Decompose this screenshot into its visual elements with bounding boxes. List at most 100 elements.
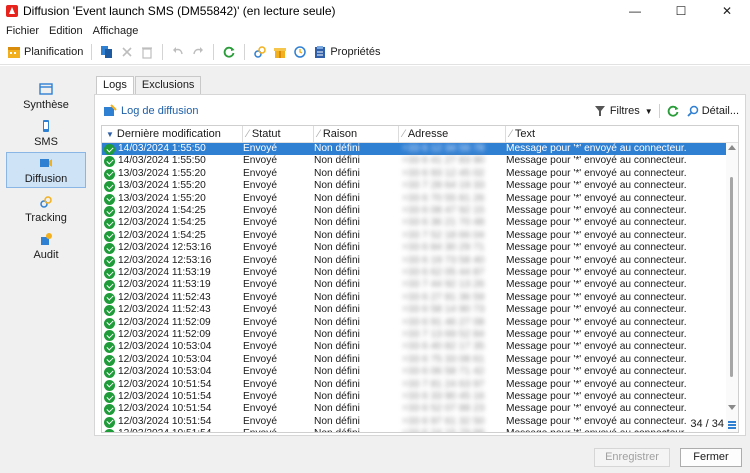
table-row[interactable]: 14/03/2024 1:55:50 Envoyé Non défini +33 6 …: [102, 143, 726, 156]
scroll-up-icon[interactable]: [728, 145, 736, 150]
table-row[interactable]: 12/03/2024 12:53:16 Envoyé Non défini +33 6…: [102, 242, 726, 255]
cell-raison: Non défini: [314, 229, 360, 241]
table-row[interactable]: 12/03/2024 11:52:09 Envoyé Non défini +33 6…: [102, 317, 726, 329]
close-window-button[interactable]: ✕: [704, 0, 750, 22]
sidebar-item-label: Synthèse: [23, 98, 69, 111]
refresh-button[interactable]: [219, 42, 239, 62]
column-text[interactable]: ⁄ Text: [505, 126, 738, 143]
status-ok-icon: [104, 317, 115, 329]
cell-raison: Non défini: [314, 378, 360, 390]
tab-exclusions[interactable]: Exclusions: [134, 76, 202, 94]
cell-statut: Envoyé: [243, 403, 277, 415]
table-row[interactable]: 12/03/2024 1:54:25 Envoyé Non défini +33 6 …: [102, 217, 726, 230]
table-row[interactable]: 12/03/2024 10:51:54EnvoyéNon défini+33 6…: [102, 416, 726, 428]
filtres-dropdown-icon[interactable]: ▼: [645, 107, 653, 116]
table-row[interactable]: 12/03/2024 10:51:54 Envoyé Non défini +33 7…: [102, 379, 726, 391]
cell-text: Message pour '*' envoyé au connecteur.: [506, 316, 687, 328]
proprietes-button[interactable]: Propriétés: [310, 42, 383, 62]
cell-statut: Envoyé: [243, 291, 277, 303]
table-row[interactable]: 12/03/2024 11:52:43 Envoyé Non défini +33 6…: [102, 304, 726, 317]
history-button[interactable]: [290, 42, 310, 62]
table-row[interactable]: 12/03/2024 10:51:54EnvoyéNon défini+33 6…: [102, 391, 726, 403]
status-ok-icon: [104, 292, 115, 304]
undo-icon: [173, 47, 184, 55]
trash-button[interactable]: [137, 42, 157, 62]
table-row[interactable]: 12/03/2024 11:52:43 Envoyé Non défini +33 6…: [102, 292, 726, 304]
table-row[interactable]: 13/03/2024 1:55:20 Envoyé Non défini +33 6 …: [102, 168, 726, 180]
column-statut[interactable]: ⁄ Statut: [242, 126, 313, 143]
cell-adresse: +33 7 81 24 63 97: [402, 378, 485, 390]
status-ok-icon: [104, 280, 115, 292]
cell-statut: Envoyé: [243, 254, 277, 266]
column-label: Dernière modification: [116, 128, 221, 140]
table-row[interactable]: 12/03/2024 10:53:04 Envoyé Non défini +33 6…: [102, 354, 726, 366]
column-raison[interactable]: ⁄ Raison: [313, 126, 398, 143]
table-row[interactable]: 12/03/2024 1:54:25 Envoyé Non défini +33 6 …: [102, 205, 726, 217]
column-adresse[interactable]: ⁄ Adresse: [398, 126, 505, 143]
cell-date: 12/03/2024 10:51:54: [118, 378, 212, 390]
enregistrer-button[interactable]: Enregistrer: [594, 448, 670, 467]
table-row[interactable]: 12/03/2024 11:53:19 Envoyé Non défini +33 7…: [102, 279, 726, 292]
table-row[interactable]: 13/03/2024 1:55:20 Envoyé Non défini +33 6 …: [102, 193, 726, 205]
sort-handle-icon: ⁄: [510, 128, 512, 140]
menu-fichier[interactable]: Fichier: [6, 25, 39, 37]
cell-raison: Non défini: [314, 403, 360, 415]
window-controls: — ☐ ✕: [612, 0, 750, 22]
filter-icon[interactable]: [593, 104, 607, 118]
sort-desc-icon: ▼: [106, 130, 114, 139]
minimize-button[interactable]: —: [612, 0, 658, 22]
redo-button[interactable]: [188, 42, 208, 62]
table-row[interactable]: 12/03/2024 1:54:25 Envoyé Non défini +33 7 …: [102, 230, 726, 242]
filtres-button[interactable]: Filtres: [610, 105, 640, 117]
fermer-button[interactable]: Fermer: [680, 448, 742, 467]
menu-affichage[interactable]: Affichage: [93, 25, 139, 37]
status-ok-icon: [104, 354, 115, 366]
cell-date: 13/03/2024 1:55:20: [118, 180, 206, 192]
table-row[interactable]: 12/03/2024 11:52:09 Envoyé Non défini +33 7…: [102, 329, 726, 341]
table-row[interactable]: 12/03/2024 10:53:04 Envoyé Non défini +33 6…: [102, 366, 726, 379]
cell-adresse: +33 6 93 12 45 02: [402, 167, 485, 179]
cell-date: 12/03/2024 11:52:09: [118, 316, 211, 328]
planification-button[interactable]: Planification: [4, 42, 86, 62]
table-row[interactable]: 12/03/2024 10:51:54EnvoyéNon défini+33 6…: [102, 403, 726, 416]
column-derniere-modification[interactable]: ▼ Dernière modification: [102, 126, 242, 143]
list-icon[interactable]: [728, 421, 736, 429]
sidebar-item-synthese[interactable]: Synthèse: [6, 78, 86, 114]
sidebar-item-audit[interactable]: Audit: [6, 228, 86, 264]
phone-icon: [43, 119, 49, 132]
sidebar-item-tracking[interactable]: Tracking: [6, 191, 86, 227]
cell-statut: Envoyé: [243, 229, 277, 241]
detail-button[interactable]: Détail...: [702, 105, 739, 117]
table-row[interactable]: 12/03/2024 10:51:54EnvoyéNon défini+33 6…: [102, 428, 726, 432]
table-row[interactable]: 13/03/2024 1:55:20 Envoyé Non défini +33 7 …: [102, 180, 726, 193]
properties-icon: [315, 46, 326, 58]
delete-button[interactable]: [117, 42, 137, 62]
cell-text: Message pour '*' envoyé au connecteur.: [506, 329, 687, 340]
cell-statut: Envoyé: [243, 167, 277, 179]
column-label: Raison: [322, 128, 358, 140]
scroll-down-icon[interactable]: [728, 405, 736, 410]
tab-logs[interactable]: Logs: [96, 76, 134, 94]
sidebar-item-sms[interactable]: SMS: [6, 115, 86, 151]
toolbar-separator: [213, 44, 215, 60]
sidebar-item-diffusion[interactable]: Diffusion: [6, 152, 86, 188]
cell-raison: Non défini: [314, 167, 360, 179]
main-toolbar: Planification Propriétés: [0, 40, 750, 65]
table-row[interactable]: 12/03/2024 10:53:04 Envoyé Non défini +33 6…: [102, 341, 726, 354]
log-de-diffusion-link[interactable]: Log de diffusion: [121, 105, 198, 117]
planification-label: Planification: [24, 46, 84, 58]
table-row[interactable]: 14/03/2024 1:55:50 Envoyé Non défini +33 6 …: [102, 155, 726, 168]
undo-button[interactable]: [168, 42, 188, 62]
table-row[interactable]: 12/03/2024 11:53:19 Envoyé Non défini +33 6…: [102, 267, 726, 279]
scroll-thumb[interactable]: [730, 177, 733, 377]
copy-button[interactable]: [97, 42, 117, 62]
maximize-button[interactable]: ☐: [658, 0, 704, 22]
vertical-scrollbar[interactable]: [726, 143, 738, 432]
delete-x-icon: [122, 47, 132, 57]
refresh-icon[interactable]: [666, 104, 680, 118]
menu-edition[interactable]: Edition: [49, 25, 83, 37]
link-button[interactable]: [250, 42, 270, 62]
table-row[interactable]: 12/03/2024 12:53:16 Envoyé Non défini +33 6…: [102, 255, 726, 267]
cell-adresse: +33 6 84 30 29 71: [402, 242, 485, 254]
gift-button[interactable]: [270, 42, 290, 62]
